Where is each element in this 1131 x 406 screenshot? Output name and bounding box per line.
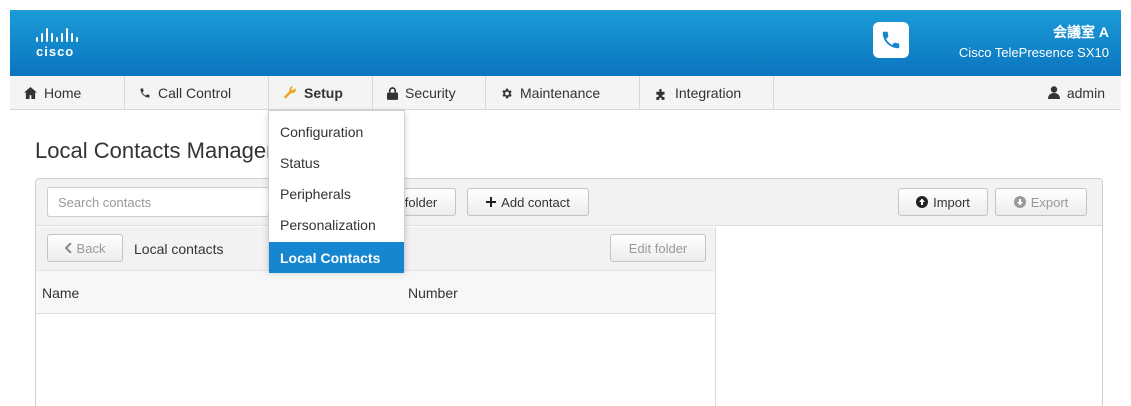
add-contact-button[interactable]: Add contact — [467, 188, 589, 216]
contacts-toolbar: folder Add contact Import Export — [36, 179, 1102, 226]
nav-maintenance-label: Maintenance — [520, 85, 601, 101]
cisco-bars-icon — [36, 28, 78, 42]
nav-security-label: Security — [405, 85, 456, 101]
add-folder-label: folder — [404, 194, 438, 210]
menu-item-configuration[interactable]: Configuration — [269, 116, 404, 147]
nav-security[interactable]: Security — [373, 76, 486, 110]
gear-icon — [502, 88, 512, 98]
import-label: Import — [933, 194, 970, 210]
lock-icon — [387, 86, 398, 100]
nav-integration[interactable]: Integration — [640, 76, 774, 110]
user-name: admin — [1066, 84, 1105, 101]
upload-circle-icon — [916, 196, 929, 208]
edit-folder-label: Edit folder — [628, 240, 688, 256]
plus-icon — [486, 197, 497, 207]
nav-setup[interactable]: Setup — [269, 76, 373, 110]
chevron-left-icon — [64, 243, 72, 253]
phone-icon — [873, 22, 909, 58]
cisco-logo: cisco — [36, 28, 78, 59]
add-contact-label: Add contact — [501, 194, 570, 210]
device-model: Cisco TelePresence SX10 — [958, 45, 1109, 60]
puzzle-icon — [656, 88, 665, 100]
column-header-number[interactable]: Number — [408, 285, 458, 301]
edit-folder-button[interactable]: Edit folder — [610, 234, 706, 262]
setup-dropdown-menu: Configuration Status Peripherals Persona… — [268, 110, 405, 273]
table-header: Name Number — [36, 270, 715, 314]
nav-home[interactable]: Home — [10, 76, 125, 110]
export-label: Export — [1030, 194, 1069, 210]
home-icon — [24, 87, 37, 99]
main-nav: Home Call Control Setup Security Mainten… — [10, 76, 1121, 110]
device-info: 会議室 A Cisco TelePresence SX10 — [959, 22, 1109, 60]
export-button[interactable]: Export — [995, 188, 1087, 216]
column-header-name[interactable]: Name — [42, 285, 79, 301]
download-circle-icon — [1013, 196, 1026, 208]
menu-item-status[interactable]: Status — [269, 147, 404, 178]
user-menu[interactable]: admin — [1047, 76, 1121, 109]
contacts-panel: folder Add contact Import Export Back Lo… — [35, 178, 1103, 406]
nav-integration-label: Integration — [675, 85, 742, 101]
phone-icon — [140, 88, 150, 98]
back-button[interactable]: Back — [47, 234, 123, 262]
nav-maintenance[interactable]: Maintenance — [486, 76, 640, 110]
brand-name: cisco — [36, 44, 75, 59]
room-name: 会議室 A — [1053, 24, 1109, 40]
user-icon — [1047, 86, 1060, 99]
nav-setup-label: Setup — [304, 85, 343, 101]
nav-call-control[interactable]: Call Control — [125, 76, 269, 110]
menu-item-personalization[interactable]: Personalization — [269, 209, 404, 240]
nav-call-control-label: Call Control — [158, 85, 232, 101]
import-button[interactable]: Import — [898, 188, 988, 216]
nav-home-label: Home — [44, 85, 82, 101]
search-input[interactable] — [47, 187, 269, 217]
breadcrumb: Local contacts — [134, 241, 224, 257]
menu-item-local-contacts[interactable]: Local Contacts — [269, 242, 404, 273]
back-label: Back — [76, 240, 106, 256]
menu-item-peripherals[interactable]: Peripherals — [269, 178, 404, 209]
wrench-icon — [284, 86, 296, 99]
app-header: cisco 会議室 A Cisco TelePresence SX10 — [10, 10, 1121, 76]
